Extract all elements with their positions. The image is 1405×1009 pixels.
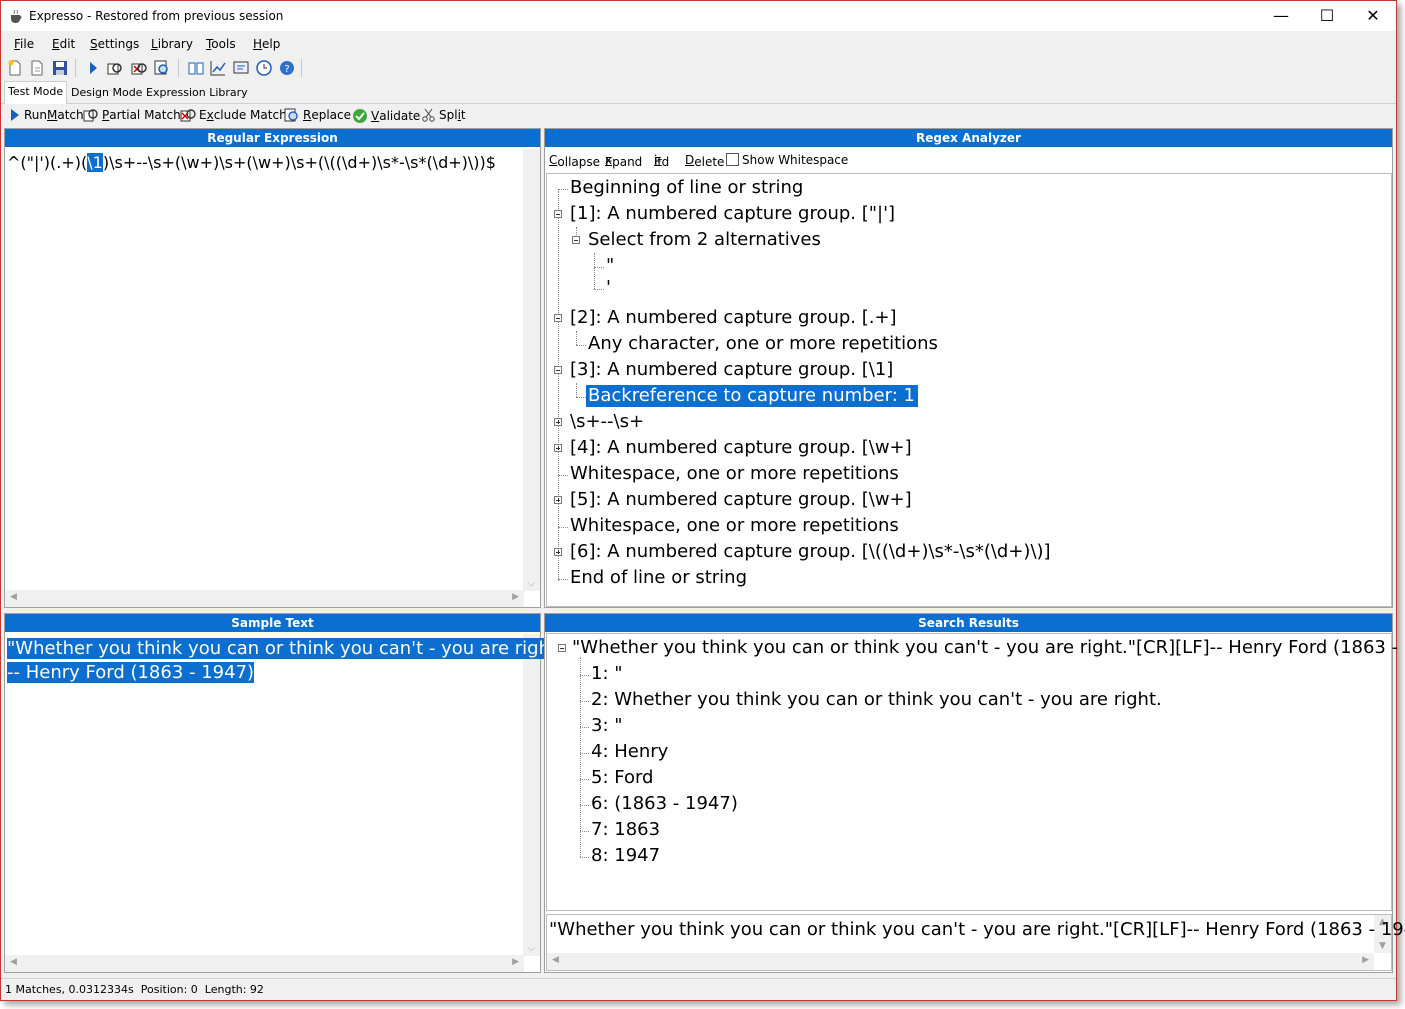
status-text: 1 Matches, 0.0312334s Position: 0 Length…	[5, 983, 264, 996]
chart-icon[interactable]	[209, 59, 227, 77]
sample-horizontal-scrollbar[interactable]: ◀ ▶	[5, 955, 524, 972]
tree-node[interactable]: [3]: A numbered capture group. [\1]	[570, 359, 893, 381]
menu-tools[interactable]: Tools	[206, 37, 236, 51]
tree-node[interactable]: Select from 2 alternatives	[588, 229, 821, 251]
tab-expression-library[interactable]: Expression Library	[143, 83, 251, 102]
close-button[interactable]: ✕	[1350, 1, 1396, 31]
validate-button[interactable]: Validate	[352, 108, 420, 124]
search-results-header: Search Results	[545, 614, 1392, 632]
replace-button[interactable]: Replace	[284, 108, 351, 122]
tree-node[interactable]: [4]: A numbered capture group. [\w+]	[570, 437, 912, 459]
sample-text-header: Sample Text	[5, 614, 540, 632]
run-icon[interactable]	[84, 59, 102, 77]
exclude-match-icon	[180, 109, 196, 122]
window-title: Expresso - Restored from previous sessio…	[29, 9, 284, 23]
partial-match-button[interactable]: Partial Match	[83, 108, 181, 122]
exclude-match-icon[interactable]	[130, 59, 148, 77]
regex-input[interactable]: ^("|')(.+)(\1)\s+--\s+(\w+)\s+(\w+)\s+(\…	[7, 153, 496, 172]
sample-line-2: -- Henry Ford (1863 - 1947)	[7, 662, 255, 683]
group-node[interactable]: 4: Henry	[591, 741, 668, 763]
expand-button[interactable]: Ex pand	[605, 153, 642, 169]
delete-button[interactable]: Delete	[685, 153, 724, 169]
tree-node[interactable]: End of line or string	[570, 567, 747, 589]
split-button[interactable]: Spl i t	[422, 108, 466, 122]
menu-bar: File Edit Settings Library Tools Help	[1, 33, 1396, 55]
replace-icon[interactable]	[153, 59, 171, 77]
main-toolbar: ?	[4, 57, 1384, 81]
run-icon	[11, 109, 19, 121]
menu-file[interactable]: File	[14, 37, 34, 51]
regex-panel: Regular Expression ⌵ ◀ ▶	[4, 128, 541, 608]
tree-node[interactable]: Whitespace, one or more repetitions	[570, 463, 899, 485]
save-icon[interactable]	[51, 59, 69, 77]
code-icon[interactable]	[232, 59, 250, 77]
replace-icon	[284, 108, 298, 122]
tree-node[interactable]: [2]: A numbered capture group. [.+]	[570, 307, 897, 329]
group-node[interactable]: 2: Whether you think you can or think yo…	[591, 689, 1162, 711]
help-icon[interactable]: ?	[278, 59, 296, 77]
menu-settings[interactable]: Settings	[90, 37, 139, 51]
tree-node[interactable]: Whitespace, one or more repetitions	[570, 515, 899, 537]
regex-selection: \1	[87, 153, 103, 172]
run-match-button[interactable]: Run Match	[9, 108, 84, 122]
validate-check-icon	[353, 109, 367, 123]
tree-node[interactable]: '	[606, 277, 611, 299]
collapse-button[interactable]: Collapse	[549, 153, 600, 169]
show-whitespace-label: Show Whitespace	[742, 153, 849, 167]
group-node[interactable]: 1: "	[591, 663, 623, 685]
action-bar: Run Match Partial Match Ex clude Match Re…	[1, 104, 1396, 128]
svg-text:?: ?	[284, 64, 289, 75]
tree-node[interactable]: [5]: A numbered capture group. [\w+]	[570, 489, 912, 511]
exclude-match-button[interactable]: Ex clude Match	[180, 108, 287, 122]
status-bar: 1 Matches, 0.0312334s Position: 0 Length…	[1, 978, 1396, 1001]
group-node[interactable]: 3: "	[591, 715, 623, 737]
title-bar: Expresso - Restored from previous sessio…	[1, 1, 1396, 31]
menu-help[interactable]: Help	[253, 37, 280, 51]
regex-vertical-scrollbar[interactable]: ⌵	[523, 149, 540, 591]
analyzer-panel-header: Regex Analyzer	[545, 129, 1392, 147]
tree-node[interactable]: [1]: A numbered capture group. ["|']	[570, 203, 895, 225]
mode-tabs: Test Mode Design Mode Expression Library	[1, 81, 1396, 104]
tree-node[interactable]: "	[606, 255, 614, 277]
tree-node[interactable]: Any character, one or more repetitions	[588, 333, 938, 355]
match-node[interactable]: "Whether you think you can or think you …	[572, 637, 1405, 659]
tab-design-mode[interactable]: Design Mode	[68, 83, 145, 102]
partial-match-icon[interactable]	[106, 59, 124, 77]
library-icon[interactable]	[187, 59, 205, 77]
show-whitespace-checkbox[interactable]	[726, 153, 739, 166]
new-document-icon[interactable]	[6, 59, 24, 77]
scissors-icon	[422, 108, 435, 122]
group-node[interactable]: 7: 1863	[591, 819, 660, 841]
sample-text-input[interactable]: "Whether you think you can or think you …	[7, 637, 572, 685]
expresso-logo-icon	[11, 9, 22, 23]
tree-node[interactable]: [6]: A numbered capture group. [\((\d+)\…	[570, 541, 1051, 563]
partial-match-icon	[83, 109, 98, 122]
results-tree[interactable]	[546, 633, 1392, 911]
group-node[interactable]: 5: Ford	[591, 767, 653, 789]
sample-line-1: "Whether you think you can or think you …	[7, 638, 572, 659]
minimize-button[interactable]: —	[1258, 1, 1304, 31]
tree-node[interactable]: Beginning of line or string	[570, 177, 803, 199]
regex-horizontal-scrollbar[interactable]: ◀ ▶	[5, 590, 524, 607]
tree-node-selected[interactable]: Backreference to capture number: 1	[586, 385, 918, 407]
app-window: Expresso - Restored from previous sessio…	[0, 0, 1405, 1001]
regex-panel-header: Regular Expression	[5, 129, 540, 147]
menu-edit[interactable]: Edit	[52, 37, 75, 51]
detail-horizontal-scrollbar[interactable]: ◀ ▶	[547, 953, 1374, 970]
edit-button[interactable]: Ed i t	[654, 153, 669, 169]
result-detail-text: "Whether you think you can or think you …	[549, 919, 1405, 940]
maximize-button[interactable]: ☐	[1304, 1, 1350, 31]
group-node[interactable]: 8: 1947	[591, 845, 660, 867]
menu-library[interactable]: Library	[151, 37, 193, 51]
group-node[interactable]: 6: (1863 - 1947)	[591, 793, 738, 815]
open-document-icon[interactable]	[28, 59, 46, 77]
timer-icon[interactable]	[255, 59, 273, 77]
tree-node[interactable]: \s+--\s+	[570, 411, 644, 433]
tab-test-mode[interactable]: Test Mode	[4, 81, 68, 104]
